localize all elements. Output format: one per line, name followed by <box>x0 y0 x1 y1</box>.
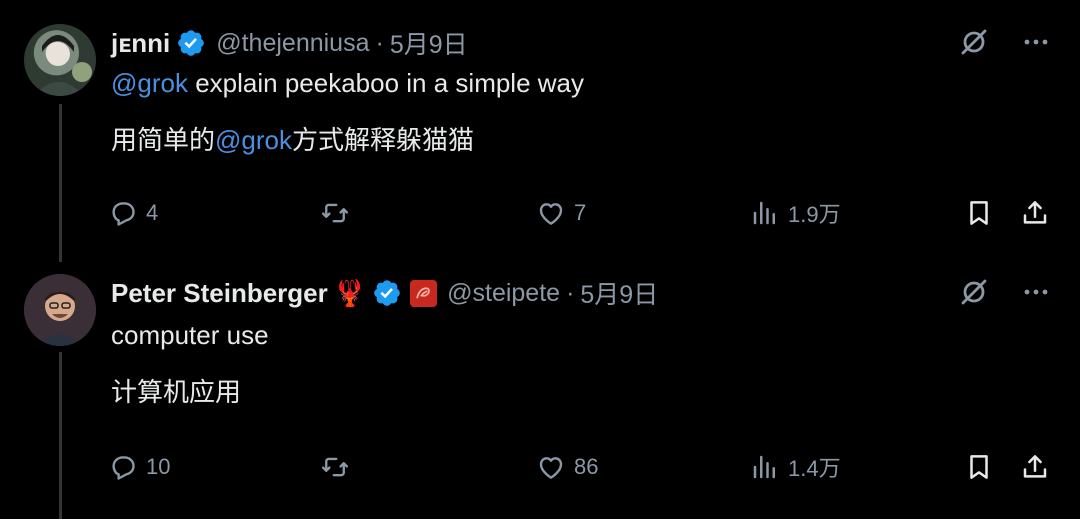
reply-button[interactable]: 4 <box>108 193 158 233</box>
like-button[interactable]: 7 <box>536 193 586 233</box>
tweet-text: 用简单的 <box>111 125 216 155</box>
author-name[interactable]: Peter Steinberger <box>111 278 328 309</box>
separator: · <box>375 28 384 57</box>
more-icon[interactable] <box>1020 26 1052 58</box>
views-button[interactable]: 1.9万 <box>750 193 841 233</box>
like-button[interactable]: 86 <box>536 447 598 487</box>
reply-count: 10 <box>146 454 171 479</box>
grok-icon[interactable] <box>958 26 990 58</box>
retweet-icon <box>321 203 349 223</box>
tweet-text: computer use <box>111 320 269 350</box>
reply-button[interactable]: 10 <box>108 447 170 487</box>
thread-line <box>59 104 62 262</box>
tweet-text-line: @grok explain peekaboo in a simple way <box>111 68 584 99</box>
verified-icon <box>372 278 402 308</box>
view-count: 1.9万 <box>788 202 841 227</box>
lobster-icon: 🦞 <box>333 278 367 308</box>
avatar[interactable] <box>24 24 96 96</box>
reply-count: 4 <box>146 200 159 225</box>
tweet-text: 方式解释躲猫猫 <box>292 125 475 155</box>
bookmark-icon <box>970 455 988 479</box>
views-icon <box>753 455 775 479</box>
bookmark-icon <box>970 201 988 225</box>
share-icon <box>1023 455 1047 478</box>
tweet-header: Peter Steinberger 🦞 @steipete · 5月9日 <box>111 276 658 310</box>
verified-icon <box>176 28 206 58</box>
share-button[interactable] <box>1020 447 1050 487</box>
like-count: 7 <box>574 200 587 225</box>
avatar[interactable] <box>24 274 96 346</box>
more-icon[interactable] <box>1020 276 1052 308</box>
tweet[interactable]: Peter Steinberger 🦞 @steipete · 5月9日 com… <box>0 262 1080 519</box>
retweet-button[interactable] <box>320 447 350 487</box>
retweet-icon <box>321 457 349 477</box>
tweet-top-actions <box>958 276 1052 308</box>
separator: · <box>566 278 575 307</box>
tweet-text-line: 用简单的@grok方式解释躲猫猫 <box>111 120 474 157</box>
like-icon <box>539 457 563 479</box>
tweet[interactable]: jᴇnni @thejenniusa · 5月9日 @grok explain … <box>0 0 1080 262</box>
tweet-text: 计算机应用 <box>111 377 242 407</box>
tweet-header: jᴇnni @thejenniusa · 5月9日 <box>111 26 468 60</box>
retweet-button[interactable] <box>320 193 350 233</box>
author-handle[interactable]: @thejenniusa <box>216 29 369 58</box>
author-name[interactable]: jᴇnni <box>111 28 170 59</box>
share-button[interactable] <box>1020 193 1050 233</box>
tweet-text: explain peekaboo in a simple way <box>187 68 585 98</box>
bookmark-button[interactable] <box>964 193 994 233</box>
views-icon <box>753 201 775 225</box>
like-icon <box>539 203 563 225</box>
views-button[interactable]: 1.4万 <box>750 447 841 487</box>
reply-icon <box>112 202 135 226</box>
like-count: 86 <box>574 454 599 479</box>
share-icon <box>1023 201 1047 224</box>
tweet-date[interactable]: 5月9日 <box>390 25 468 61</box>
grok-icon[interactable] <box>958 276 990 308</box>
tweet-actions: 4 7 1.9万 <box>108 193 1052 233</box>
tweet-top-actions <box>958 26 1052 58</box>
affiliate-badge-icon[interactable] <box>410 279 438 307</box>
mention-link[interactable]: @grok <box>111 68 188 98</box>
mention-link[interactable]: @grok <box>215 125 292 155</box>
tweet-date[interactable]: 5月9日 <box>580 275 658 311</box>
thread-line <box>59 352 62 519</box>
bookmark-button[interactable] <box>964 447 994 487</box>
author-handle[interactable]: @steipete <box>447 279 560 308</box>
tweet-actions: 10 86 1.4万 <box>108 447 1052 487</box>
reply-icon <box>112 456 135 480</box>
view-count: 1.4万 <box>788 456 841 481</box>
